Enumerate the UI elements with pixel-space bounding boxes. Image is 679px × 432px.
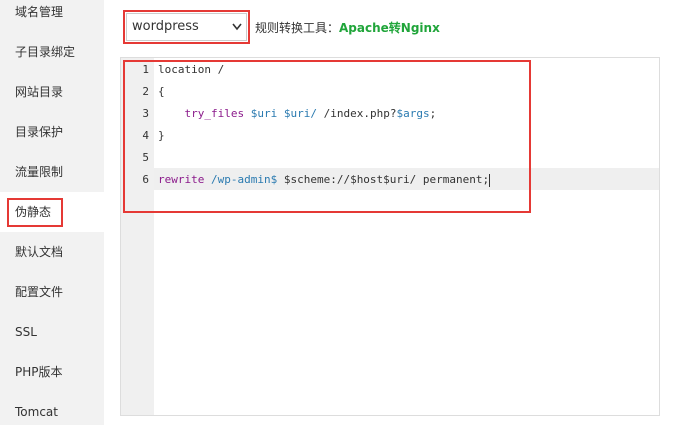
highlight-box-sidebar [7, 198, 63, 227]
sidebar-item-dir-protection[interactable]: 目录保护 [0, 112, 104, 152]
sidebar-item-label: 域名管理 [15, 5, 64, 19]
sidebar-item-config-file[interactable]: 配置文件 [0, 272, 104, 312]
rule-convert-tool: 规则转换工具：Apache转Nginx [255, 19, 440, 36]
rule-convert-label: 规则转换工具： [255, 21, 340, 35]
sidebar-item-label: 配置文件 [15, 285, 64, 299]
rule-select-wrapper: wordpress [123, 10, 250, 44]
sidebar-item-ssl[interactable]: SSL [0, 312, 104, 352]
sidebar-item-label: 网站目录 [15, 85, 64, 99]
sidebar-item-domain[interactable]: 域名管理 [0, 0, 104, 32]
sidebar-item-label: 目录保护 [15, 125, 64, 139]
sidebar-item-subdir-binding[interactable]: 子目录绑定 [0, 32, 104, 72]
sidebar-item-tomcat[interactable]: Tomcat [0, 392, 104, 432]
highlight-box-select [123, 10, 250, 44]
sidebar-item-label: PHP版本 [15, 365, 63, 379]
sidebar-item-traffic-limit[interactable]: 流量限制 [0, 152, 104, 192]
sidebar-item-label: Tomcat [15, 405, 58, 419]
apache-to-nginx-link[interactable]: Apache转Nginx [339, 21, 440, 35]
highlight-box-code [123, 60, 531, 213]
sidebar-item-label: SSL [15, 325, 37, 339]
sidebar-item-site-directory[interactable]: 网站目录 [0, 72, 104, 112]
sidebar-item-default-doc[interactable]: 默认文档 [0, 232, 104, 272]
sidebar-item-label: 默认文档 [15, 245, 64, 259]
sidebar-item-label: 流量限制 [15, 165, 64, 179]
sidebar-item-label: 子目录绑定 [15, 45, 76, 59]
sidebar-item-php-version[interactable]: PHP版本 [0, 352, 104, 392]
